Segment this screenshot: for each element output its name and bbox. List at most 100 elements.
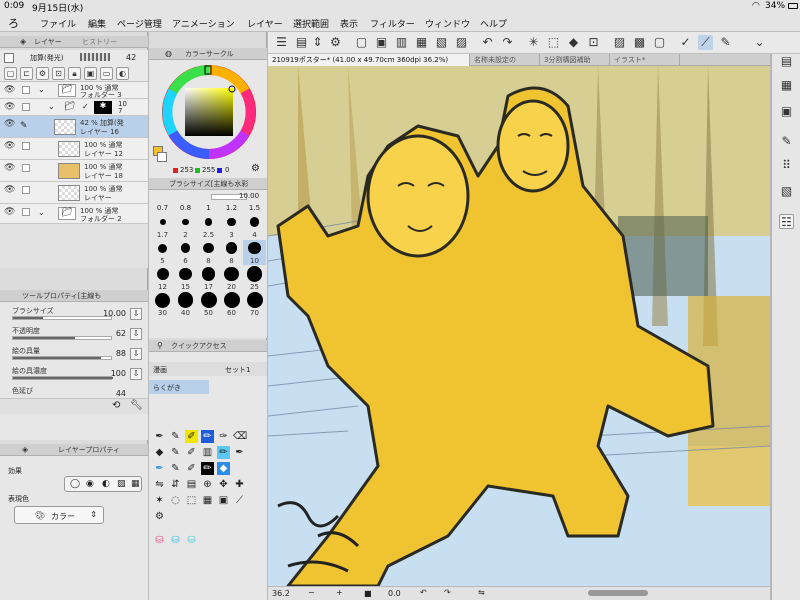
- menu-edit[interactable]: 編集: [88, 17, 106, 30]
- brush-tool-icon[interactable]: ✏: [201, 430, 214, 443]
- pink-palette-icon[interactable]: ⛁: [153, 534, 166, 547]
- display-color-select[interactable]: 🎨︎ カラー ⇕: [14, 506, 104, 524]
- save-icon[interactable]: ▥: [394, 35, 409, 50]
- ink-tool-icon[interactable]: ✒: [233, 446, 246, 459]
- color-settings-icon[interactable]: ⚙: [251, 163, 260, 174]
- export-jpg-icon[interactable]: ▨: [454, 35, 469, 50]
- zoom-value[interactable]: 36.2: [272, 589, 290, 598]
- extract-line-icon[interactable]: ▧: [117, 479, 126, 489]
- lock-icon[interactable]: ▢: [4, 67, 17, 80]
- frame-icon[interactable]: ▣: [217, 494, 230, 507]
- brush-size-preset[interactable]: 60: [220, 292, 243, 317]
- sparkle-icon[interactable]: ✶: [153, 494, 166, 507]
- menu-view[interactable]: 表示: [340, 17, 358, 30]
- lock-layer-icon[interactable]: 🔒︎: [68, 67, 81, 80]
- set-tab-set1[interactable]: セット1: [225, 365, 250, 375]
- layout-icon[interactable]: ▤: [294, 35, 309, 50]
- prop-slider[interactable]: [12, 316, 112, 320]
- prop-slider[interactable]: [12, 356, 112, 360]
- layer-row-selected[interactable]: 👁︎ ✎ 42 % 加算(発 レイヤー 16: [0, 116, 148, 138]
- layer-row[interactable]: 👁︎ 100 % 通常 レイヤー 18: [0, 160, 148, 182]
- select-icon[interactable]: ▢: [652, 35, 667, 50]
- loading-icon[interactable]: ✳: [526, 35, 541, 50]
- water-tool-icon[interactable]: ✒: [153, 462, 166, 475]
- lock-alpha-icon[interactable]: ⊡: [52, 67, 65, 80]
- sub-tool-icon[interactable]: ✎: [779, 134, 794, 149]
- brush-size-preset[interactable]: 8: [197, 240, 220, 265]
- layer-checkbox[interactable]: [22, 208, 30, 216]
- eraser-tool-icon[interactable]: ⌫: [233, 430, 247, 443]
- visibility-eye-icon[interactable]: 👁︎: [4, 102, 15, 112]
- reset-icon[interactable]: ⟲: [112, 400, 120, 411]
- sparkle-tool-icon[interactable]: ◆: [217, 462, 230, 475]
- layer-row[interactable]: 👁︎ ⌄ 📁︎ 100 % 通常 フォルダー 3: [0, 82, 148, 99]
- updown-icon[interactable]: ⇕: [310, 35, 325, 50]
- quick-access-title[interactable]: クイックアクセス: [171, 340, 227, 352]
- brush-size-header-label[interactable]: 1: [197, 204, 220, 212]
- rect-select-icon[interactable]: ⬚: [185, 494, 198, 507]
- prop-stepper[interactable]: ⇩: [130, 328, 142, 340]
- tab-doc-illust[interactable]: イラスト*: [610, 54, 680, 66]
- smudge-tool-icon[interactable]: ✎: [169, 462, 182, 475]
- visibility-eye-icon[interactable]: 👁︎: [4, 85, 15, 95]
- brush-size-preset[interactable]: 2.5: [197, 214, 220, 239]
- app-logo-icon[interactable]: ろ: [8, 15, 19, 31]
- folder-expand-icon[interactable]: ⌄: [38, 208, 45, 217]
- tab-layers[interactable]: レイヤー: [34, 36, 62, 48]
- brush-size-preset[interactable]: 2: [174, 214, 197, 239]
- prop-paint-amount[interactable]: 絵の具量 88 ⇩: [0, 346, 148, 364]
- layer-checkbox[interactable]: [22, 86, 30, 94]
- angle-value[interactable]: 0.0: [388, 589, 401, 598]
- color-set-icon[interactable]: ⠿: [779, 158, 794, 173]
- reference-icon[interactable]: ⚙: [36, 67, 49, 80]
- visibility-eye-icon[interactable]: 👁︎: [4, 141, 15, 151]
- mint-palette-icon[interactable]: ⛁: [185, 534, 198, 547]
- oil-tool-icon[interactable]: ✏: [217, 446, 230, 459]
- layer-checkbox[interactable]: [22, 142, 30, 150]
- crop-icon[interactable]: ⊡: [586, 35, 601, 50]
- blend-mode-select[interactable]: 加算(発光): [30, 53, 63, 63]
- lasso-icon[interactable]: ◌: [169, 494, 182, 507]
- tool-property-title[interactable]: ツールプロパティ[主線も: [22, 290, 101, 302]
- new-file-icon[interactable]: ▢: [354, 35, 369, 50]
- prop-brush-size[interactable]: ブラシサイズ 10.00 ⇩: [0, 306, 148, 324]
- layer-panel-toggle-icon[interactable]: ☷: [779, 214, 794, 229]
- mask-icon[interactable]: ▣: [84, 67, 97, 80]
- pen-tool-icon[interactable]: ✒: [153, 430, 166, 443]
- wrench-icon[interactable]: 🔧︎: [130, 400, 143, 411]
- brush-size-preset[interactable]: 12: [151, 266, 174, 291]
- marker-tool-icon[interactable]: ✐: [185, 430, 198, 443]
- brush-size-preset[interactable]: 70: [243, 292, 266, 317]
- zoom-icon[interactable]: ⊕: [201, 478, 214, 491]
- color-circle-title[interactable]: カラーサークル: [185, 48, 234, 60]
- brush-size-preset[interactable]: 17: [197, 266, 220, 291]
- layer-row[interactable]: 👁︎ 100 % 通常 レイヤー: [0, 182, 148, 204]
- tab-history[interactable]: ヒストリー: [82, 36, 117, 48]
- pen-mode-icon[interactable]: ✎: [718, 35, 733, 50]
- visibility-eye-icon[interactable]: 👁︎: [4, 185, 15, 195]
- horizontal-scrollbar[interactable]: [588, 590, 648, 596]
- grab-icon[interactable]: ✥: [217, 478, 230, 491]
- brush-size-preset[interactable]: 1.7: [151, 214, 174, 239]
- color-wheel[interactable]: [161, 64, 257, 160]
- flip-h-icon[interactable]: ⇋: [153, 478, 166, 491]
- zoom-out-icon[interactable]: −: [308, 588, 315, 597]
- prop-opacity[interactable]: 不透明度 62 ⇩: [0, 326, 148, 344]
- opacity-slider[interactable]: [80, 53, 110, 61]
- brush-mode-icon[interactable]: ⟋: [698, 35, 713, 50]
- layer-checkbox[interactable]: [22, 164, 30, 172]
- prop-slider[interactable]: [12, 376, 113, 380]
- brush-size-header-label[interactable]: 1.2: [220, 204, 243, 212]
- export-png-icon[interactable]: ▧: [434, 35, 449, 50]
- airbrush-tool-icon[interactable]: ✑: [217, 430, 230, 443]
- flip-v-icon[interactable]: ⇵: [169, 478, 182, 491]
- menu-file[interactable]: ファイル: [40, 17, 76, 30]
- rotate-right-icon[interactable]: ↷: [444, 588, 451, 597]
- layer-row[interactable]: 👁︎ ⌄ 📁︎ ✓ ✱ 10 7: [0, 99, 148, 116]
- brush-size-preset[interactable]: 10: [243, 240, 266, 265]
- brush-size-header-label[interactable]: 0.8: [174, 204, 197, 212]
- grid-icon[interactable]: ▦: [201, 494, 214, 507]
- layer-checkbox[interactable]: [22, 186, 30, 194]
- history-icon[interactable]: ▧: [779, 184, 794, 199]
- brush-size-preset[interactable]: 30: [151, 292, 174, 317]
